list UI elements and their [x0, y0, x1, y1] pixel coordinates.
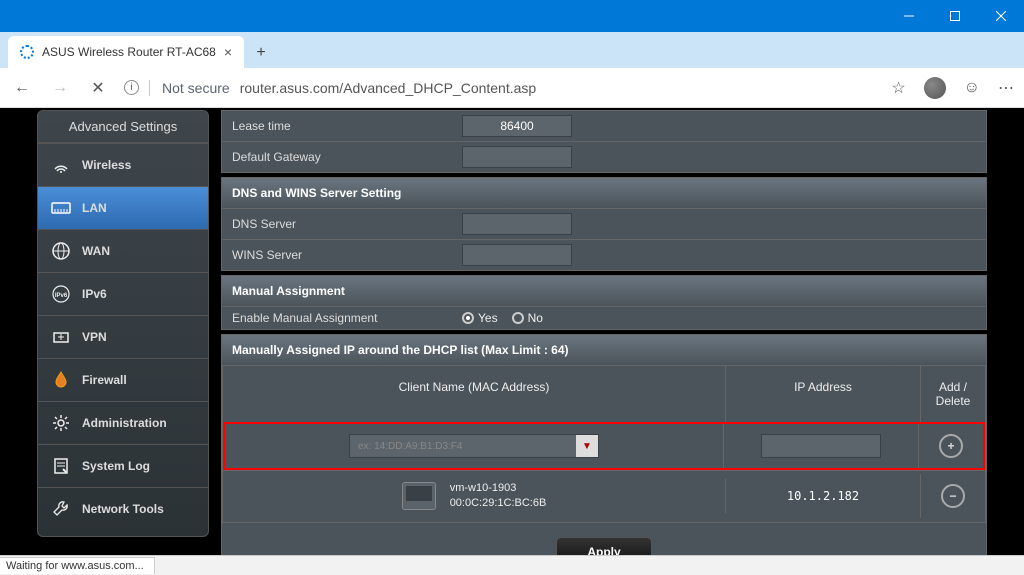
wins-server-input[interactable] — [462, 244, 572, 266]
favorite-icon[interactable]: ☆ — [891, 78, 905, 98]
gear-icon — [50, 412, 72, 434]
sidebar-item-vpn[interactable]: VPN — [38, 315, 208, 358]
ip-cell: 10.1.2.182 — [725, 479, 920, 513]
sidebar-item-label: Wireless — [82, 158, 131, 172]
more-icon[interactable]: ⋯ — [998, 78, 1014, 98]
radio-yes[interactable]: Yes — [462, 311, 498, 325]
url-box[interactable]: i Not secure router.asus.com/Advanced_DH… — [124, 80, 877, 96]
profile-avatar[interactable] — [924, 77, 946, 99]
sidebar-item-label: Firewall — [82, 373, 127, 387]
window-maximize-button[interactable] — [932, 0, 978, 32]
page-content: Advanced Settings Wireless LAN WAN IPv6 … — [0, 108, 1024, 555]
fire-icon — [50, 369, 72, 391]
sidebar-item-lan[interactable]: LAN — [38, 186, 208, 229]
basic-settings-section: Lease time Default Gateway — [221, 110, 987, 173]
lease-time-input[interactable] — [462, 115, 572, 137]
add-button[interactable]: + — [939, 434, 963, 458]
url-text: router.asus.com/Advanced_DHCP_Content.as… — [240, 80, 537, 96]
manual-assignment-section: Manual Assignment Enable Manual Assignme… — [221, 275, 987, 330]
dns-wins-heading: DNS and WINS Server Setting — [222, 178, 986, 208]
sidebar-item-wan[interactable]: WAN — [38, 229, 208, 272]
forward-button[interactable]: → — [48, 79, 72, 97]
sidebar-item-network-tools[interactable]: Network Tools — [38, 487, 208, 530]
sidebar: Advanced Settings Wireless LAN WAN IPv6 … — [37, 110, 209, 555]
apply-button[interactable]: Apply — [556, 537, 651, 555]
table-header: Client Name (MAC Address) IP Address Add… — [223, 366, 985, 422]
sidebar-item-label: Network Tools — [82, 502, 164, 516]
client-info: vm-w10-1903 00:0C:29:1C:BC:6B — [450, 481, 547, 512]
browser-tab-active[interactable]: ASUS Wireless Router RT-AC68 × — [8, 36, 244, 68]
sidebar-item-ipv6[interactable]: IPv6 IPv6 — [38, 272, 208, 315]
wins-server-label: WINS Server — [232, 248, 462, 262]
sidebar-item-label: VPN — [82, 330, 107, 344]
tools-icon — [50, 498, 72, 520]
dns-server-label: DNS Server — [232, 217, 462, 231]
radio-no[interactable]: No — [512, 311, 543, 325]
tab-close-button[interactable]: × — [224, 44, 232, 60]
default-gateway-label: Default Gateway — [232, 150, 462, 164]
sidebar-item-label: System Log — [82, 459, 150, 473]
window-minimize-button[interactable] — [886, 0, 932, 32]
ip-list-heading: Manually Assigned IP around the DHCP lis… — [222, 335, 986, 365]
chevron-down-icon: ▼ — [576, 435, 598, 457]
new-assignment-row: ex: 14:DD:A9:B1:D3:F4 ▼ + — [223, 422, 985, 470]
radio-icon — [512, 312, 524, 324]
wifi-icon — [50, 154, 72, 176]
ipv6-icon: IPv6 — [50, 283, 72, 305]
status-text: Waiting for www.asus.com... — [0, 557, 155, 574]
dns-wins-section: DNS and WINS Server Setting DNS Server W… — [221, 177, 987, 271]
tab-favicon — [20, 45, 34, 59]
sidebar-item-wireless[interactable]: Wireless — [38, 143, 208, 186]
stop-button[interactable]: ✕ — [86, 78, 110, 98]
delete-button[interactable]: − — [941, 484, 965, 508]
svg-text:IPv6: IPv6 — [55, 293, 68, 299]
sidebar-item-administration[interactable]: Administration — [38, 401, 208, 444]
enable-manual-label: Enable Manual Assignment — [232, 311, 462, 325]
col-action: Add /Delete — [920, 366, 985, 422]
client-mac-dropdown[interactable]: ex: 14:DD:A9:B1:D3:F4 ▼ — [349, 434, 599, 458]
col-client: Client Name (MAC Address) — [223, 366, 725, 422]
tab-title: ASUS Wireless Router RT-AC68 — [42, 45, 216, 59]
sidebar-item-label: LAN — [82, 201, 107, 215]
sidebar-item-system-log[interactable]: System Log — [38, 444, 208, 487]
manual-assignment-heading: Manual Assignment — [222, 276, 986, 306]
window-titlebar — [0, 0, 1024, 32]
browser-address-bar: ← → ✕ i Not secure router.asus.com/Advan… — [0, 68, 1024, 108]
sidebar-item-label: WAN — [82, 244, 110, 258]
dns-server-input[interactable] — [462, 213, 572, 235]
globe-icon — [50, 240, 72, 262]
emoji-icon[interactable]: ☺ — [964, 79, 980, 97]
log-icon — [50, 455, 72, 477]
info-icon: i — [124, 80, 139, 95]
col-ip: IP Address — [725, 366, 920, 422]
monitor-icon — [402, 482, 436, 510]
default-gateway-input[interactable] — [462, 146, 572, 168]
dropdown-placeholder: ex: 14:DD:A9:B1:D3:F4 — [358, 441, 463, 452]
main-content: Lease time Default Gateway DNS and WINS … — [209, 110, 987, 555]
browser-tabbar: ASUS Wireless Router RT-AC68 × + — [0, 32, 1024, 68]
new-tab-button[interactable]: + — [246, 38, 276, 68]
sidebar-item-label: Administration — [82, 416, 167, 430]
vpn-icon — [50, 326, 72, 348]
lan-icon — [50, 197, 72, 219]
sidebar-item-firewall[interactable]: Firewall — [38, 358, 208, 401]
radio-icon — [462, 312, 474, 324]
back-button[interactable]: ← — [10, 79, 34, 97]
lease-time-label: Lease time — [232, 119, 462, 133]
ip-input[interactable] — [761, 434, 881, 458]
window-close-button[interactable] — [978, 0, 1024, 32]
browser-statusbar: Waiting for www.asus.com... — [0, 555, 1024, 575]
not-secure-label: Not secure — [149, 80, 230, 96]
sidebar-heading: Advanced Settings — [38, 111, 208, 143]
table-row: vm-w10-1903 00:0C:29:1C:BC:6B 10.1.2.182… — [223, 470, 985, 522]
ip-list-section: Manually Assigned IP around the DHCP lis… — [221, 334, 987, 555]
sidebar-item-label: IPv6 — [82, 287, 107, 301]
